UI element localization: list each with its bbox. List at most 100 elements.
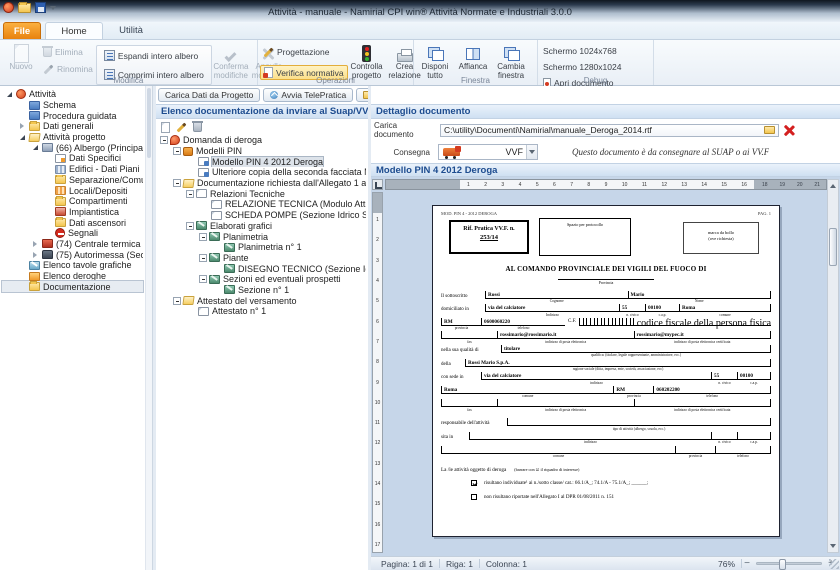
- tab-home[interactable]: Home: [45, 22, 103, 39]
- cambia-finestra-button[interactable]: Cambia finestra: [492, 42, 530, 80]
- avvia-telepratica-button[interactable]: Avvia TelePratica: [263, 88, 353, 102]
- schermo-1280-button[interactable]: Schermo 1280x1024: [540, 61, 624, 73]
- document-content: MOD. PIN 4 - 2012 DEROGA PAG. 1 Rif. Pra…: [441, 211, 771, 532]
- tree-item-scheda-pompe[interactable]: SCHEDA POMPE (Sezione Idrico Sprinkler): [158, 210, 366, 221]
- tree-item-sezioni[interactable]: Sezioni ed eventuali prospetti: [158, 274, 366, 285]
- tree-item-label: Attività progetto: [43, 132, 106, 142]
- tab-utilita[interactable]: Utilità: [107, 22, 155, 39]
- tree-item-dati-generali[interactable]: Dati generali: [2, 121, 143, 132]
- tree-item-compartimenti[interactable]: Compartimenti: [2, 196, 143, 207]
- consegna-dropdown[interactable]: VVF: [438, 144, 538, 160]
- tree-item-disegno-tecnico[interactable]: DISEGNO TECNICO (Sezione Idrico Sprinkle…: [158, 263, 366, 274]
- schermo-1024-button[interactable]: Schermo 1024x768: [540, 45, 624, 57]
- horizontal-ruler[interactable]: 12345678910111213141516 18192021: [385, 179, 827, 190]
- tree-item-planimetria-1[interactable]: Planimetria n° 1: [158, 242, 366, 253]
- tree-item-elaborati-grafici[interactable]: Elaborati grafici: [158, 221, 366, 232]
- collapse-box-icon[interactable]: [173, 147, 181, 155]
- tree-item-dati-specifici[interactable]: Dati Specifici: [2, 153, 143, 164]
- tree-item-modelli-pin[interactable]: Modelli PIN: [158, 146, 366, 157]
- tree-item-attivita[interactable]: Attività: [2, 89, 143, 100]
- tree-item-procedura-guidata[interactable]: Procedura guidata: [2, 110, 143, 121]
- tree-item-piante[interactable]: Piante: [158, 253, 366, 264]
- tree-item-impiantistica[interactable]: Impiantistica: [2, 207, 143, 218]
- scrollbar-thumb[interactable]: [147, 88, 151, 158]
- status-bar: Pagina: 1 di 1 Riga: 1 Colonna: 1 76% − …: [371, 556, 840, 570]
- tree-item-ulteriore-copia[interactable]: Ulteriore copia della seconda facciata M…: [158, 167, 366, 178]
- tree-item-sezione-1[interactable]: Sezione n° 1: [158, 285, 366, 296]
- tree-item-elenco-tavole[interactable]: Elenco tavole grafiche: [2, 260, 143, 271]
- new-item-icon[interactable]: [161, 122, 170, 133]
- espandi-albero-button[interactable]: Espandi intero albero: [101, 49, 207, 62]
- expander-closed-icon[interactable]: [33, 252, 37, 258]
- conferma-modifiche-button[interactable]: Conferma modifiche: [212, 42, 250, 80]
- expander-closed-icon[interactable]: [33, 241, 37, 247]
- tree-item-autorimessa[interactable]: (75) Autorimessa (Secondaria): [2, 249, 143, 260]
- collapse-box-icon[interactable]: [199, 233, 207, 241]
- zoom-out-icon[interactable]: −: [742, 559, 752, 569]
- rinomina-button[interactable]: Rinomina: [40, 63, 96, 75]
- tree-item-edifici[interactable]: Edifici - Dati Piani: [2, 164, 143, 175]
- tab-selector-button[interactable]: [372, 179, 383, 190]
- tree-item-elenco-deroghe[interactable]: Elenco deroghe: [2, 271, 143, 282]
- tree-item-attestato-1[interactable]: Attestato n° 1: [158, 306, 366, 317]
- dropdown-arrow-icon[interactable]: [526, 145, 537, 159]
- controlla-progetto-button[interactable]: Controlla progetto: [348, 42, 386, 80]
- scroll-down-icon[interactable]: [829, 542, 837, 550]
- collapse-box-icon[interactable]: [186, 222, 194, 230]
- remove-document-icon[interactable]: [783, 125, 794, 136]
- tree-item-modello-pin4[interactable]: Modello PIN 4 2012 Deroga: [158, 156, 366, 167]
- collapse-box-icon[interactable]: [173, 297, 181, 305]
- tree-item-domanda-deroga[interactable]: Domanda di deroga: [158, 135, 366, 146]
- form-row: Romacomune RMprovincia 060202200telefono: [441, 386, 771, 394]
- field-value: 060202200: [656, 387, 679, 393]
- tree-item-centrale-termica[interactable]: (74) Centrale termica (Secondaria): [2, 239, 143, 250]
- elimina-button[interactable]: Elimina: [40, 46, 96, 58]
- tree-item-doc-richiesta[interactable]: Documentazione richiesta dall'Allegato 1…: [158, 178, 366, 189]
- vertical-ruler[interactable]: 1234567891011121314151617: [372, 192, 383, 553]
- tree-item-planimetria[interactable]: Planimetria: [158, 231, 366, 242]
- affianca-label: Affianca: [459, 63, 488, 72]
- field-label: indirizzo di posta elettronica: [498, 408, 634, 412]
- collapse-box-icon[interactable]: [186, 190, 194, 198]
- nuovo-button[interactable]: Nuovo: [2, 42, 40, 72]
- tree-item-albergo[interactable]: (66) Albergo (Principale): [2, 142, 143, 153]
- document-vertical-scrollbar[interactable]: [827, 179, 839, 553]
- collapse-box-icon[interactable]: [160, 136, 168, 144]
- document-page[interactable]: MOD. PIN 4 - 2012 DEROGA PAG. 1 Rif. Pra…: [432, 205, 780, 537]
- tree-item-relazione-tecnica[interactable]: RELAZIONE TECNICA (Modulo Attività): [158, 199, 366, 210]
- edit-item-icon[interactable]: [177, 122, 187, 132]
- collapse-box-icon[interactable]: [199, 254, 207, 262]
- zoom-slider[interactable]: [756, 562, 822, 565]
- scrollbar-thumb[interactable]: [829, 228, 837, 266]
- zoom-slider-thumb[interactable]: [779, 559, 786, 570]
- checkbox-checked-icon[interactable]: [471, 480, 477, 486]
- disponi-tutto-button[interactable]: Disponi tutto: [416, 42, 454, 80]
- tree-item-locali[interactable]: Locali/Depositi: [2, 185, 143, 196]
- tree-item-attestato-versamento[interactable]: Attestato del versamento: [158, 295, 366, 306]
- expander-closed-icon[interactable]: [20, 123, 24, 129]
- resize-grip[interactable]: [829, 559, 839, 569]
- carica-dati-progetto-button[interactable]: Carica Dati da Progetto: [158, 88, 260, 102]
- tree-item-label: Documentazione richiesta dall'Allegato 1…: [197, 178, 366, 188]
- tree-item-dati-ascensori[interactable]: Dati ascensori: [2, 217, 143, 228]
- tree-item-schema[interactable]: Schema: [2, 100, 143, 111]
- document-path-field[interactable]: C:\utility\Documenti\Namirial\manuale_De…: [440, 124, 779, 137]
- expander-open-icon[interactable]: [20, 135, 25, 140]
- tree-item-relazioni-tecniche[interactable]: Relazioni Tecniche: [158, 188, 366, 199]
- tree-item-separazione[interactable]: Separazione/Comunicazione: [2, 175, 143, 186]
- left-panel-scrollbar[interactable]: [145, 86, 152, 570]
- browse-folder-icon[interactable]: [764, 126, 775, 134]
- delete-item-icon[interactable]: [193, 122, 202, 132]
- collapse-box-icon[interactable]: [199, 275, 207, 283]
- tab-file[interactable]: File: [3, 22, 41, 39]
- collapse-box-icon[interactable]: [173, 179, 181, 187]
- expander-open-icon[interactable]: [33, 145, 38, 150]
- expander-open-icon[interactable]: [7, 92, 12, 97]
- progettazione-button[interactable]: Progettazione: [260, 46, 348, 58]
- tree-item-documentazione[interactable]: Documentazione: [2, 281, 143, 292]
- tree-item-attivita-progetto[interactable]: Attività progetto: [2, 132, 143, 143]
- checkbox-unchecked-icon[interactable]: [471, 494, 477, 500]
- scroll-up-icon[interactable]: [829, 182, 837, 190]
- tree-item-segnali[interactable]: Segnali: [2, 228, 143, 239]
- affianca-button[interactable]: Affianca: [454, 42, 492, 72]
